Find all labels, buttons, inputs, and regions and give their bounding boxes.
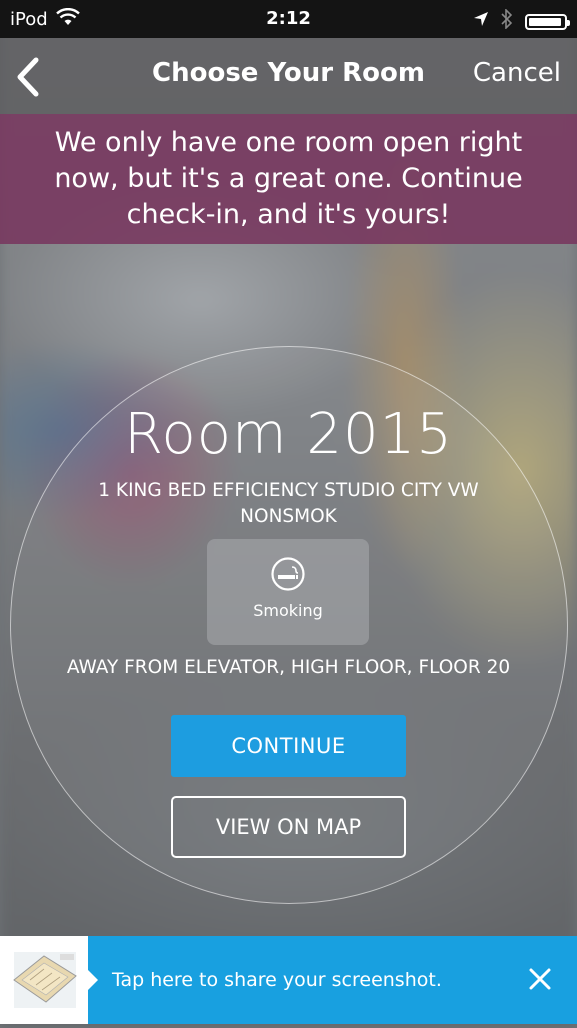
map-thumbnail-icon [13, 952, 77, 1008]
cancel-button[interactable]: Cancel [473, 58, 561, 88]
nav-bar: Choose Your Room Cancel [0, 38, 577, 114]
battery-icon [525, 13, 570, 30]
chevron-left-icon [10, 57, 50, 106]
battery-fill [529, 17, 562, 26]
location-arrow-icon [473, 11, 489, 32]
continue-button[interactable]: CONTINUE [171, 715, 406, 777]
view-on-map-button[interactable]: VIEW ON MAP [171, 796, 406, 858]
close-icon[interactable] [525, 964, 555, 994]
info-banner: We only have one room open right now, bu… [0, 114, 577, 244]
room-number: Room 2015 [124, 402, 453, 467]
smoking-icon [270, 556, 306, 592]
bluetooth-icon [501, 8, 513, 34]
screenshot-thumbnail[interactable] [0, 936, 98, 1024]
room-type: 1 KING BED EFFICIENCY STUDIO CITY VW NON… [98, 480, 479, 527]
room-location: AWAY FROM ELEVATOR, HIGH FLOOR, FLOOR 20 [66, 657, 511, 678]
feature-label: Smoking [253, 601, 323, 620]
room-feature-smoking: Smoking [207, 539, 369, 645]
share-message[interactable]: Tap here to share your screenshot. [112, 969, 442, 991]
status-bar: iPod 2:12 [0, 0, 577, 38]
banner-message: We only have one room open right now, bu… [54, 127, 523, 230]
share-screenshot-bar[interactable]: Tap here to share your screenshot. [0, 936, 577, 1024]
